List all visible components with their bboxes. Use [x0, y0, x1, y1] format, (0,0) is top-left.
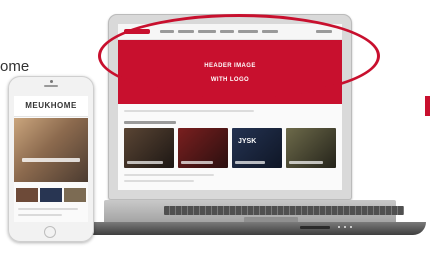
vent [300, 226, 330, 229]
text-line [18, 214, 62, 216]
article-tile[interactable] [124, 128, 174, 168]
home-button[interactable] [44, 226, 56, 238]
mobile-tile[interactable] [16, 188, 38, 202]
mobile-site-header: MEUKHOME [14, 96, 88, 117]
tile-caption [127, 161, 163, 164]
article-tile[interactable] [178, 128, 228, 168]
text-line [124, 110, 254, 112]
laptop-base [70, 196, 430, 236]
text-line [18, 208, 78, 210]
text-line [124, 174, 214, 176]
section-heading [124, 121, 176, 124]
tile-caption [289, 161, 323, 164]
mobile-tile[interactable] [64, 188, 86, 202]
front-camera [50, 80, 53, 83]
highlight-oval [98, 14, 380, 98]
keyboard-deck [104, 200, 404, 224]
laptop-front-edge [74, 222, 426, 235]
article-tile[interactable] [286, 128, 336, 168]
mobile-hero-image[interactable] [14, 118, 88, 182]
tile-caption [235, 161, 265, 164]
caption-text: ome [0, 58, 30, 75]
text-line [124, 180, 194, 182]
status-light [344, 226, 346, 228]
phone: MEUKHOME [8, 76, 94, 242]
hero-caption [22, 158, 80, 162]
mobile-site-logo[interactable]: MEUKHOME [14, 101, 88, 110]
tile-brand-text: JYSK [238, 138, 257, 145]
phone-screen: MEUKHOME [14, 96, 88, 222]
article-tile[interactable]: JYSK [232, 128, 282, 168]
mobile-tile[interactable] [40, 188, 62, 202]
tile-caption [181, 161, 213, 164]
earpiece-speaker [44, 85, 58, 87]
keyboard [164, 206, 404, 215]
red-edge-mark [425, 96, 430, 116]
status-light [338, 226, 340, 228]
status-light [350, 226, 352, 228]
